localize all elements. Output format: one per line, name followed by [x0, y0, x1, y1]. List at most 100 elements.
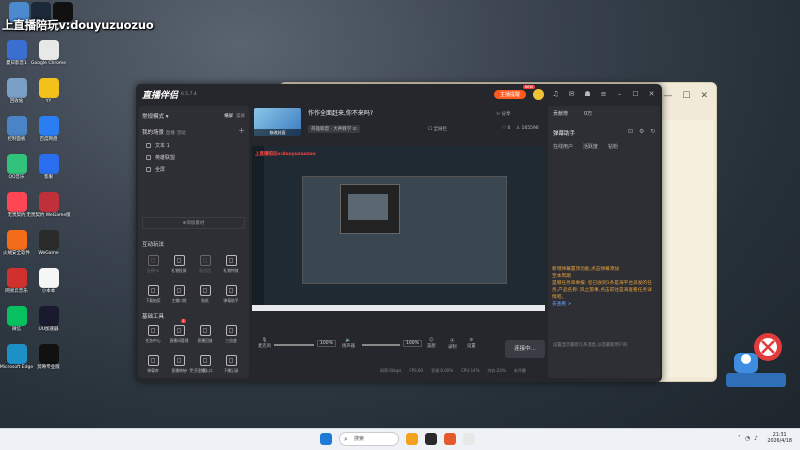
view-task-link[interactable]: 去查看 >	[552, 301, 656, 308]
folder-icon[interactable]	[406, 433, 418, 445]
tool-button[interactable]: ◻ 粉丝团	[194, 252, 216, 278]
tool-button[interactable]: ◻ 下载抽奖	[142, 282, 164, 308]
tool-button[interactable]: ◻ 弹幕库	[142, 352, 164, 378]
shirt-icon[interactable]: ☗	[583, 90, 592, 99]
app-icon[interactable]	[425, 433, 437, 445]
desktop-icon[interactable]: 控制面板	[1, 116, 32, 150]
tab-activity[interactable]: 活跃度	[583, 143, 598, 150]
mic-toggle[interactable]: 🎙 麦克风	[258, 338, 271, 349]
taskbar-search[interactable]: 搜索	[339, 432, 399, 446]
speaker-volume-slider[interactable]	[362, 344, 400, 346]
desktop-icon[interactable]: QQ音乐	[1, 154, 32, 188]
streamer-hint-button[interactable]: 主播提醒 NEW	[493, 84, 535, 99]
source-item[interactable]: 全屏	[146, 166, 165, 173]
settings-button[interactable]: ⚙ 设置	[467, 338, 476, 349]
maximize-icon[interactable]: ☐	[682, 91, 690, 101]
tool-button[interactable]: ◻ 主播口袋	[168, 282, 190, 308]
danmu-message-list: 新增弹幕置顶功能,点击弹幕添加 至本周期 是哪任务单举报: 您已收到1条是海平台派发…	[552, 266, 656, 308]
desktop-icon[interactable]: 客服	[33, 154, 64, 188]
close-icon[interactable]: ✕	[647, 90, 656, 99]
desktop-icon[interactable]: 回收站	[1, 78, 32, 112]
start-windows-icon[interactable]	[320, 433, 332, 445]
desktop-icon[interactable]: YY	[33, 78, 64, 112]
desktop-icon[interactable]: 火绒安全软件	[1, 230, 32, 264]
desktop-icon[interactable]: 百度网盘	[33, 116, 64, 150]
desktop-icon[interactable]: 网易云音乐	[1, 268, 32, 302]
tab-landscape[interactable]: 横屏	[224, 114, 233, 119]
room-category[interactable]: 英雄联盟 · 大神教学 ⊡	[308, 125, 360, 133]
streaming-app-taskbar-icon[interactable]	[444, 433, 456, 445]
chrome-icon[interactable]	[463, 433, 475, 445]
refresh-icon[interactable]: ↻	[650, 128, 655, 135]
tool-button[interactable]: ◻ 礼物投屏	[168, 252, 190, 278]
menu-icon[interactable]: ≡	[599, 90, 608, 99]
mic-volume-slider[interactable]	[274, 344, 314, 346]
record-button[interactable]: ⦿ 录制	[448, 338, 457, 350]
streaming-app-window[interactable]: 直播伴侣 6.5.7.4 主播提醒 NEW ♫ ✉ ☗ ≡ – ☐ ✕ 常规模式 …	[136, 84, 662, 382]
tool-button[interactable]: ◻ 任务中心	[142, 322, 164, 348]
tab-live[interactable]: 直播	[166, 131, 175, 136]
more-features-button[interactable]: ••• 更多功能	[138, 368, 249, 374]
orientation-tabs[interactable]: 横屏 竖屏	[224, 113, 245, 119]
tool-button[interactable]: ◻ 连线PK	[142, 252, 164, 278]
volume-icon[interactable]: ♪	[754, 435, 758, 442]
speaker-toggle[interactable]: 🔈 扬声器	[342, 338, 355, 349]
desktop-icon[interactable]: 微信	[1, 306, 32, 340]
minimize-icon[interactable]: —	[663, 91, 672, 101]
stat-item: 内存:24%	[487, 368, 506, 373]
scene-mode-select[interactable]: 常规模式 ▾	[142, 112, 169, 120]
tool-button[interactable]: ◻ 主播入口	[194, 352, 216, 378]
tab-diamond-fans[interactable]: 钻粉	[608, 143, 618, 150]
tool-button[interactable]: ◻ 直播回放	[194, 322, 216, 348]
tab-portrait[interactable]: 竖屏	[236, 114, 245, 119]
mail-icon[interactable]: ✉	[567, 90, 576, 99]
share-button[interactable]: ♲ 分享	[496, 111, 510, 117]
taskbar-clock[interactable]: 21:31 2026/4/18	[767, 433, 792, 445]
headset-icon[interactable]: ♫	[551, 90, 560, 99]
chevron-up-icon[interactable]: ˄	[738, 435, 741, 442]
source-item[interactable]: 文本 1	[146, 142, 170, 149]
pin-icon[interactable]: ⊡	[628, 128, 633, 135]
minimize-icon[interactable]: –	[615, 90, 624, 99]
room-title[interactable]: 作作全面赶来,你不来吗?	[308, 108, 373, 117]
online-toggle[interactable]: ☐ 全局拦	[428, 126, 447, 132]
room-cover-thumbnail[interactable]: 修改封面	[254, 108, 301, 136]
app-icon	[38, 306, 59, 326]
gear-icon[interactable]: ⚙	[639, 128, 644, 135]
desktop-icon[interactable]: UU加速器	[33, 306, 64, 340]
speaker-volume-value[interactable]: 100%	[403, 340, 422, 347]
tool-button[interactable]: ◻ 弹幕助手	[220, 282, 242, 308]
desktop-icon[interactable]: 小本本	[33, 268, 64, 302]
tool-button[interactable]: ◻ 1 直播间管理	[168, 319, 190, 348]
tool-icon: ◻	[147, 325, 159, 336]
tab-activity[interactable]: 活动	[177, 131, 186, 136]
mic-volume-value[interactable]: 100%	[317, 340, 336, 347]
tool-button[interactable]: ◻ 下播记录	[220, 352, 242, 378]
desktop-icon-label: 网易云音乐	[5, 289, 28, 294]
desktop-icon[interactable]: 无畏契约	[1, 192, 32, 226]
go-live-button[interactable]: 连接中...	[505, 340, 545, 358]
tool-button[interactable]: ◻ 贴纸	[194, 282, 216, 308]
wifi-icon[interactable]: ◔	[745, 435, 750, 442]
tool-button[interactable]: ◻ 直播地址	[168, 352, 190, 378]
contribution-rank-label[interactable]: 贡献榜	[553, 110, 568, 117]
add-source-button[interactable]: ⊕ 添加素材	[142, 217, 245, 229]
desktop-icon[interactable]: 无畏契约 WeGame版	[26, 192, 71, 226]
stream-preview[interactable]: 上直播陪玩v:douyuzuozuo	[252, 146, 545, 311]
maximize-icon[interactable]: ☐	[631, 90, 640, 99]
close-icon[interactable]: ✕	[700, 91, 708, 101]
edit-cover-label[interactable]: 修改封面	[254, 129, 301, 136]
desktop-icon[interactable]: Microsoft Edge	[0, 344, 33, 378]
avatar[interactable]	[533, 88, 544, 100]
tool-button[interactable]: ◻ 三倍速	[220, 322, 242, 348]
add-scene-icon[interactable]: +	[238, 126, 245, 135]
desktop-icon[interactable]: 剪映专业版	[33, 344, 64, 378]
desktop-icon-label: 无畏契约	[7, 213, 26, 218]
desktop-icon[interactable]: WeGame	[33, 230, 64, 264]
desktop-icon[interactable]: 夏日影音1	[1, 40, 32, 74]
tab-online-users[interactable]: 在线用户	[553, 143, 573, 150]
desktop-icon[interactable]: Google Chrome	[31, 40, 66, 74]
tool-button[interactable]: ◻ 礼物特效	[220, 252, 242, 278]
beauty-button[interactable]: ☺ 美颜	[427, 338, 436, 349]
source-item[interactable]: 英雄联盟	[146, 154, 175, 161]
